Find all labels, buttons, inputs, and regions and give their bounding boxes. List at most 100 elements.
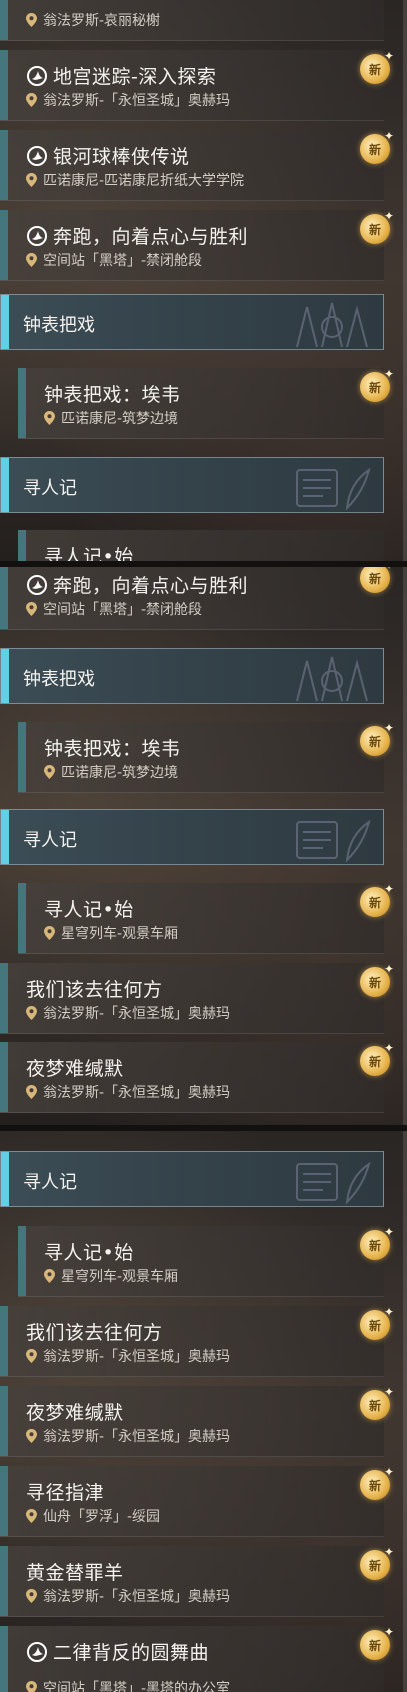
location-text: 匹诺康尼-筑梦边境: [61, 411, 179, 427]
mission-title: 夜梦难缄默: [26, 1402, 124, 1424]
mission-item[interactable]: 钟表把戏：埃韦 匹诺康尼-筑梦边境 新: [18, 367, 394, 439]
mission-item[interactable]: 银河球棒侠传说 匹诺康尼-匹诺康尼折纸大学学院 新: [0, 129, 394, 201]
category-label: 钟表把戏: [23, 315, 95, 336]
category-label: 寻人记: [23, 830, 77, 851]
category-label: 钟表把戏: [23, 669, 95, 690]
location-text: 翁法罗斯-「永恒圣城」奥赫玛: [43, 1085, 231, 1101]
mission-title: 我们该去往何方: [26, 1322, 163, 1344]
mission-list-panel-2: 奔跑，向着点心与胜利 空间站「黑塔」-禁闭舱段 新 钟表把戏 钟表把戏：埃韦 匹…: [0, 567, 407, 1125]
new-badge-icon: 新: [360, 49, 394, 84]
mission-type-icon: [27, 225, 47, 246]
new-badge-icon: 新: [360, 1545, 394, 1580]
category-header[interactable]: 寻人记: [0, 457, 384, 513]
location-text: 匹诺康尼-匹诺康尼折纸大学学院: [43, 173, 245, 189]
mission-item[interactable]: 黄金替罪羊 翁法罗斯-「永恒圣城」奥赫玛 新: [0, 1545, 394, 1617]
category-header[interactable]: 钟表把戏: [0, 294, 384, 350]
location-pin-icon: [26, 1681, 37, 1692]
mission-type-icon: [27, 1641, 47, 1662]
mission-item[interactable]: 寻人记•始 星穹列车-观景车厢 新: [18, 882, 394, 954]
new-badge-icon: 新: [360, 721, 394, 756]
mission-title: 寻人记•始: [44, 546, 134, 561]
location-row: 翁法罗斯-哀丽秘榭: [26, 10, 160, 30]
mission-item[interactable]: 奔跑，向着点心与胜利 空间站「黑塔」-禁闭舱段 新: [0, 567, 394, 630]
mission-item[interactable]: 翁法罗斯-哀丽秘榭: [0, 0, 384, 41]
mission-title: 夜梦难缄默: [26, 1058, 124, 1080]
location-text: 仙舟「罗浮」-绥园: [43, 1509, 161, 1525]
mission-item[interactable]: 我们该去往何方 翁法罗斯-「永恒圣城」奥赫玛 新: [0, 962, 394, 1034]
mission-item[interactable]: 寻径指津 仙舟「罗浮」-绥园 新: [0, 1465, 394, 1537]
location-text: 空间站「黑塔」-黑塔的办公室: [43, 1681, 231, 1692]
mission-list-panel-1: 翁法罗斯-哀丽秘榭 地宫迷踪-深入探索 翁法罗斯-「永恒圣城」奥赫玛 新 银河球…: [0, 0, 407, 561]
location-pin-icon: [26, 1085, 37, 1099]
location-pin-icon: [44, 1269, 55, 1283]
location-pin-icon: [26, 1589, 37, 1603]
location-text: 翁法罗斯-「永恒圣城」奥赫玛: [43, 1429, 231, 1445]
category-emblem-icon: [296, 819, 371, 863]
mission-title: 二律背反的圆舞曲: [53, 1642, 210, 1664]
location-text: 翁法罗斯-「永恒圣城」奥赫玛: [43, 1349, 231, 1365]
location-text: 翁法罗斯-「永恒圣城」奥赫玛: [43, 1589, 231, 1605]
location-text: 空间站「黑塔」-禁闭舱段: [43, 602, 203, 618]
category-header[interactable]: 寻人记: [0, 1151, 384, 1207]
location-pin-icon: [26, 1429, 37, 1443]
new-badge-icon: 新: [360, 567, 394, 593]
new-badge-icon: 新: [360, 1385, 394, 1420]
new-badge-icon: 新: [360, 882, 394, 917]
category-emblem-icon: [296, 467, 371, 511]
location-pin-icon: [26, 253, 37, 267]
location-text: 星穹列车-观景车厢: [61, 926, 179, 942]
mission-item[interactable]: 寻人记•始 星穹列车-观景车厢 新: [18, 1225, 394, 1297]
mission-title: 寻径指津: [26, 1482, 105, 1504]
mission-title: 地宫迷踪-深入探索: [53, 66, 217, 88]
new-badge-icon: 新: [360, 1465, 394, 1500]
new-badge-icon: 新: [360, 1225, 394, 1260]
new-badge-icon: 新: [360, 209, 394, 244]
mission-title: 钟表把戏：埃韦: [44, 738, 181, 760]
location-text: 星穹列车-观景车厢: [61, 1269, 179, 1285]
mission-title: 钟表把戏：埃韦: [44, 384, 181, 406]
mission-type-icon: [27, 574, 47, 595]
category-header[interactable]: 寻人记: [0, 809, 384, 865]
location-pin-icon: [26, 1509, 37, 1523]
new-badge-icon: 新: [360, 962, 394, 997]
category-header[interactable]: 钟表把戏: [0, 648, 384, 704]
mission-type-icon: [27, 65, 47, 86]
location-pin-icon: [44, 926, 55, 940]
new-badge-icon: 新: [360, 1305, 394, 1340]
mission-list-panel-3: 寻人记 寻人记•始 星穹列车-观景车厢 新 我们该去往何方 翁法罗斯-「永恒圣城…: [0, 1131, 407, 1692]
location-text: 空间站「黑塔」-禁闭舱段: [43, 253, 203, 269]
mission-item[interactable]: 夜梦难缄默 翁法罗斯-「永恒圣城」奥赫玛 新: [0, 1385, 394, 1457]
location-text: 翁法罗斯-「永恒圣城」奥赫玛: [43, 93, 231, 109]
mission-title: 奔跑，向着点心与胜利: [53, 226, 249, 248]
category-emblem-icon: [296, 1161, 371, 1205]
location-pin-icon: [26, 93, 37, 107]
mission-item[interactable]: 地宫迷踪-深入探索 翁法罗斯-「永恒圣城」奥赫玛 新: [0, 49, 394, 121]
location-pin-icon: [44, 765, 55, 779]
location-pin-icon: [26, 173, 37, 187]
new-badge-icon: 新: [360, 129, 394, 164]
mission-item[interactable]: 钟表把戏：埃韦 匹诺康尼-筑梦边境 新: [18, 721, 394, 793]
location-pin-icon: [44, 411, 55, 425]
location-text: 匹诺康尼-筑梦边境: [61, 765, 179, 781]
mission-item[interactable]: 奔跑，向着点心与胜利 空间站「黑塔」-禁闭舱段 新: [0, 209, 394, 281]
mission-title: 我们该去往何方: [26, 979, 163, 1001]
mission-item[interactable]: 我们该去往何方 翁法罗斯-「永恒圣城」奥赫玛 新: [0, 1305, 394, 1377]
mission-type-icon: [27, 145, 47, 166]
mission-item[interactable]: 寻人记•始: [18, 530, 384, 561]
mission-item[interactable]: 二律背反的圆舞曲 空间站「黑塔」-黑塔的办公室 新: [0, 1625, 394, 1692]
mission-title: 奔跑，向着点心与胜利: [53, 575, 249, 597]
mission-title: 银河球棒侠传说: [53, 146, 190, 168]
category-emblem-icon: [296, 656, 368, 702]
mission-item[interactable]: 夜梦难缄默 翁法罗斯-「永恒圣城」奥赫玛 新: [0, 1041, 394, 1113]
location-text: 翁法罗斯-「永恒圣城」奥赫玛: [43, 1006, 231, 1022]
category-label: 寻人记: [23, 478, 77, 499]
new-badge-icon: 新: [360, 367, 394, 402]
location-pin-icon: [26, 1006, 37, 1020]
category-label: 寻人记: [23, 1172, 77, 1193]
new-badge-icon: 新: [360, 1041, 394, 1076]
mission-title: 寻人记•始: [44, 1242, 134, 1264]
new-badge-icon: 新: [360, 1625, 394, 1660]
location-text: 翁法罗斯-哀丽秘榭: [43, 13, 161, 29]
location-pin-icon: [26, 1349, 37, 1363]
category-emblem-icon: [296, 302, 368, 348]
